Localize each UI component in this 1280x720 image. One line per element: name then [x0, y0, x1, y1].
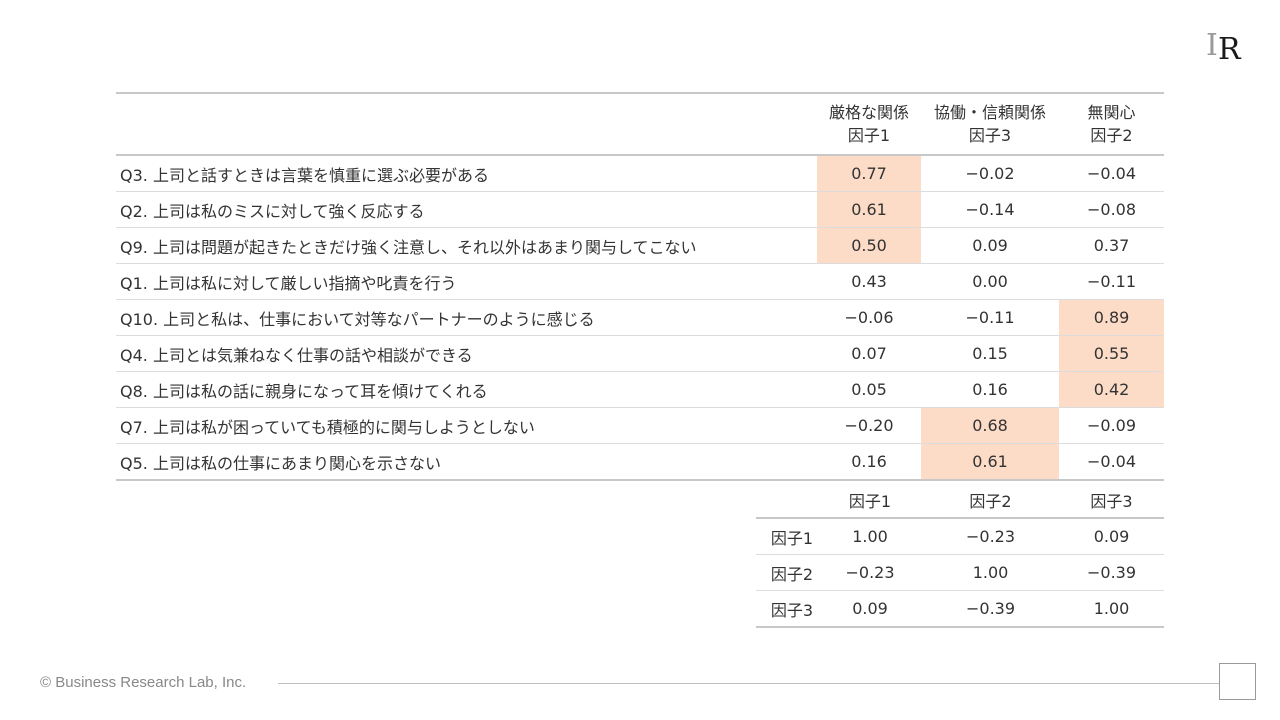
- question-label: Q3. 上司と話すときは言葉を慎重に選ぶ必要がある: [116, 155, 817, 192]
- loading-value: 0.09: [921, 227, 1059, 264]
- question-label: Q4. 上司とは気兼ねなく仕事の話や相談ができる: [116, 335, 817, 372]
- factor-correlation-table: 因子1 因子2 因子3 因子1 1.00 −0.23 0.09 因子2 −0.23 1.00 −0.…: [756, 482, 1164, 628]
- loading-value: 0.61: [921, 443, 1059, 481]
- correlation-value: −0.23: [922, 518, 1059, 555]
- column-header-name: 協働・信頼関係: [933, 103, 1046, 122]
- loading-value: −0.04: [1059, 443, 1164, 481]
- correlation-value: 1.00: [1059, 590, 1164, 628]
- column-header-factor: 因子1: [847, 126, 891, 145]
- question-label: Q9. 上司は問題が起きたときだけ強く注意し、それ以外はあまり関与してこない: [116, 227, 817, 264]
- loading-value: 0.00: [921, 263, 1059, 300]
- correlation-column-header: 因子3: [1059, 482, 1164, 519]
- table-header-row: 厳格な関係 因子1 協働・信頼関係 因子3 無関心 因子2: [116, 93, 1164, 156]
- correlation-header-row: 因子1 因子2 因子3: [756, 482, 1164, 519]
- copyright-text: © Business Research Lab, Inc.: [40, 674, 247, 691]
- question-label: Q10. 上司と私は、仕事において対等なパートナーのように感じる: [116, 299, 817, 336]
- correlation-column-header: 因子2: [922, 482, 1059, 519]
- page-number-box: [1219, 663, 1256, 700]
- loading-value: 0.55: [1059, 335, 1164, 372]
- loading-value: −0.06: [817, 299, 921, 336]
- loading-value: −0.04: [1059, 155, 1164, 192]
- company-logo: I R: [1204, 28, 1252, 67]
- loading-value: 0.15: [921, 335, 1059, 372]
- table-row: Q8. 上司は私の話に親身になって耳を傾けてくれる 0.05 0.16 0.42: [116, 371, 1164, 408]
- table-row: Q1. 上司は私に対して厳しい指摘や叱責を行う 0.43 0.00 −0.11: [116, 263, 1164, 300]
- loading-value: −0.11: [921, 299, 1059, 336]
- footer-divider: [278, 683, 1219, 684]
- loading-value: 0.77: [817, 155, 921, 192]
- column-header-factor: 因子3: [968, 126, 1012, 145]
- logo-letter-r: R: [1218, 32, 1241, 67]
- table-row: Q3. 上司と話すときは言葉を慎重に選ぶ必要がある 0.77 −0.02 −0.04: [116, 155, 1164, 192]
- correlation-column-header: 因子1: [818, 482, 922, 519]
- column-header: 厳格な関係因子1: [817, 93, 921, 156]
- header-blank: [116, 93, 817, 156]
- loading-value: 0.89: [1059, 299, 1164, 336]
- loading-value: −0.02: [921, 155, 1059, 192]
- column-header-name: 無関心: [1087, 103, 1136, 122]
- column-header-name: 厳格な関係: [828, 103, 909, 122]
- loading-value: −0.20: [817, 407, 921, 444]
- loading-value: 0.61: [817, 191, 921, 228]
- correlation-row-label: 因子1: [756, 518, 818, 555]
- header-blank: [756, 482, 818, 519]
- correlation-value: 0.09: [818, 590, 922, 628]
- correlation-value: −0.39: [1059, 554, 1164, 591]
- column-header: 協働・信頼関係 因子3: [921, 93, 1059, 156]
- correlation-row: 因子3 0.09 −0.39 1.00: [756, 590, 1164, 628]
- table-row: Q9. 上司は問題が起きたときだけ強く注意し、それ以外はあまり関与してこない 0.…: [116, 227, 1164, 264]
- loading-value: −0.11: [1059, 263, 1164, 300]
- question-label: Q5. 上司は私の仕事にあまり関心を示さない: [116, 443, 817, 481]
- table-row: Q7. 上司は私が困っていても積極的に関与しようとしない −0.20 0.68 −0.…: [116, 407, 1164, 444]
- loading-value: −0.09: [1059, 407, 1164, 444]
- loading-value: −0.14: [921, 191, 1059, 228]
- loading-value: 0.68: [921, 407, 1059, 444]
- loading-value: 0.07: [817, 335, 921, 372]
- loading-value: −0.08: [1059, 191, 1164, 228]
- loading-value: 0.37: [1059, 227, 1164, 264]
- question-label: Q2. 上司は私のミスに対して強く反応する: [116, 191, 817, 228]
- logo-letter-i: I: [1206, 28, 1218, 63]
- loading-value: 0.50: [817, 227, 921, 264]
- loading-value: 0.16: [921, 371, 1059, 408]
- correlation-value: −0.39: [922, 590, 1059, 628]
- question-label: Q1. 上司は私に対して厳しい指摘や叱責を行う: [116, 263, 817, 300]
- loading-value: 0.43: [817, 263, 921, 300]
- table-row: Q5. 上司は私の仕事にあまり関心を示さない 0.16 0.61 −0.04: [116, 443, 1164, 481]
- question-label: Q8. 上司は私の話に親身になって耳を傾けてくれる: [116, 371, 817, 408]
- correlation-value: 1.00: [818, 518, 922, 555]
- loading-value: 0.05: [817, 371, 921, 408]
- column-header: 無関心因子2: [1059, 93, 1164, 156]
- correlation-value: 0.09: [1059, 518, 1164, 555]
- question-label: Q7. 上司は私が困っていても積極的に関与しようとしない: [116, 407, 817, 444]
- correlation-row-label: 因子3: [756, 590, 818, 628]
- factor-loading-table: 厳格な関係 因子1 協働・信頼関係 因子3 無関心 因子2 Q3. 上司と話すときは言葉を慎…: [116, 92, 1164, 481]
- correlation-value: 1.00: [922, 554, 1059, 591]
- correlation-row: 因子2 −0.23 1.00 −0.39: [756, 554, 1164, 591]
- correlation-value: −0.23: [818, 554, 922, 591]
- table-row: Q2. 上司は私のミスに対して強く反応する 0.61 −0.14 −0.08: [116, 191, 1164, 228]
- correlation-row-label: 因子2: [756, 554, 818, 591]
- table-row: Q10. 上司と私は、仕事において対等なパートナーのように感じる −0.06 −0.…: [116, 299, 1164, 336]
- correlation-row: 因子1 1.00 −0.23 0.09: [756, 518, 1164, 555]
- loading-value: 0.16: [817, 443, 921, 481]
- table-row: Q4. 上司とは気兼ねなく仕事の話や相談ができる 0.07 0.15 0.55: [116, 335, 1164, 372]
- loading-value: 0.42: [1059, 371, 1164, 408]
- column-header-factor: 因子2: [1090, 126, 1133, 145]
